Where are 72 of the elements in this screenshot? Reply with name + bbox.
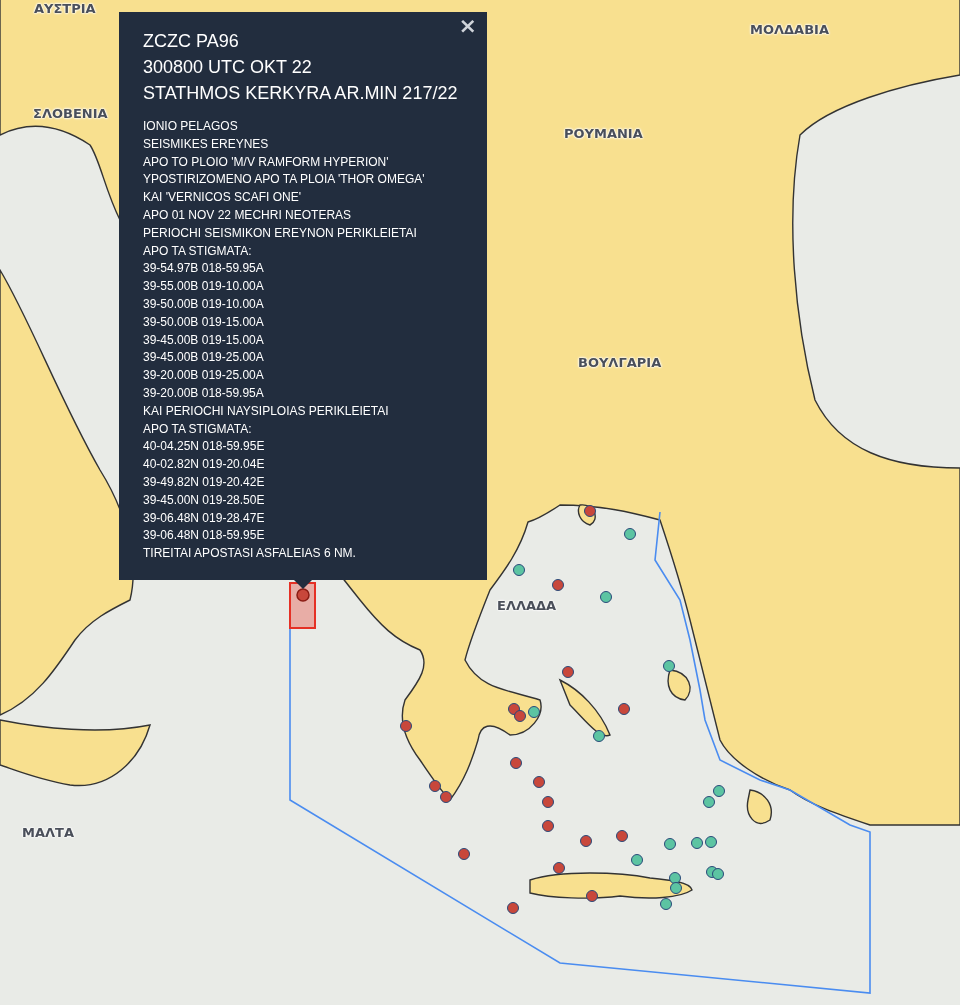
country-label: ΜΑΛΤΑ bbox=[22, 825, 74, 840]
map-marker[interactable] bbox=[429, 780, 441, 792]
map-marker[interactable] bbox=[712, 868, 724, 880]
map-marker[interactable] bbox=[528, 706, 540, 718]
popup-text: 39-45.00N 019-28.50E bbox=[143, 491, 266, 509]
close-button[interactable]: × bbox=[454, 14, 481, 38]
popup-text: 39-50.00B 019-15.00A bbox=[143, 313, 265, 331]
map-marker[interactable] bbox=[593, 730, 605, 742]
map-marker[interactable] bbox=[458, 848, 470, 860]
map-marker[interactable] bbox=[713, 785, 725, 797]
map-marker[interactable] bbox=[507, 902, 519, 914]
map-marker[interactable] bbox=[691, 837, 703, 849]
map-marker[interactable] bbox=[664, 838, 676, 850]
map-marker[interactable] bbox=[542, 820, 554, 832]
map-marker[interactable] bbox=[533, 776, 545, 788]
country-label: ΒΟΥΛΓΑΡΙΑ bbox=[578, 355, 662, 370]
map-marker[interactable] bbox=[584, 505, 596, 517]
map-marker[interactable] bbox=[562, 666, 574, 678]
map-marker[interactable] bbox=[513, 564, 525, 576]
popup-text: 39-20.00B 019-25.00A bbox=[143, 367, 265, 385]
map-marker[interactable] bbox=[508, 703, 520, 715]
country-label: ΑΥΣΤΡΙΑ bbox=[34, 1, 96, 16]
popup-text: APO TA STIGMATA: bbox=[143, 242, 253, 260]
popup-title: STATHMOS KERKYRA AR.MIN 217/22 bbox=[143, 82, 459, 105]
popup-text: APO 01 NOV 22 MECHRI NEOTERAS bbox=[143, 207, 353, 224]
country-label: ΜΟΛΔΑΒΙΑ bbox=[750, 22, 829, 37]
map-marker[interactable] bbox=[670, 882, 682, 894]
map-marker[interactable] bbox=[514, 710, 526, 722]
popup-text: 39-06.48N 018-59.95E bbox=[143, 527, 266, 545]
popup-text: 39-06.48N 019-28.47E bbox=[143, 509, 266, 527]
map-marker[interactable] bbox=[440, 791, 452, 803]
popup-text: 39-49.82N 019-20.42E bbox=[143, 473, 266, 491]
map-marker[interactable] bbox=[586, 890, 598, 902]
map-marker[interactable] bbox=[400, 720, 412, 732]
map-marker[interactable] bbox=[553, 862, 565, 874]
popup-text: SEISMIKES EREYNES bbox=[143, 135, 270, 153]
popup-text: YPOSTIRIZOMENO APO TA PLOIA 'THOR OMEGA' bbox=[143, 171, 426, 189]
popup-text: KAI PERIOCHI NAYSIPLOIAS PERIKLEIETAI bbox=[143, 402, 390, 420]
popup-text: 39-50.00B 019-10.00A bbox=[143, 295, 265, 313]
map-marker[interactable] bbox=[510, 757, 522, 769]
popup-text: PERIOCHI SEISMIKON EREYNON PERIKLEIETAI bbox=[143, 224, 418, 242]
popup-text: 39-55.00B 019-10.00A bbox=[143, 278, 265, 296]
map-marker[interactable] bbox=[580, 835, 592, 847]
map-marker[interactable] bbox=[552, 579, 564, 591]
country-label: ΕΛΛΑΔΑ bbox=[497, 598, 557, 613]
map-marker[interactable] bbox=[631, 854, 643, 866]
country-label: ΣΛΟΒΕΝΙΑ bbox=[33, 106, 108, 121]
map-marker[interactable] bbox=[669, 872, 681, 884]
popup-title: 300800 UTC OKT 22 bbox=[143, 56, 313, 79]
popup-text: 39-20.00B 018-59.95A bbox=[143, 384, 265, 402]
popup-text: KAI 'VERNICOS SCAFI ONE' bbox=[143, 189, 302, 207]
map-marker[interactable] bbox=[624, 528, 636, 540]
popup-text: IONIO PELAGOS bbox=[143, 118, 239, 135]
popup-text: TIREITAI APOSTASI ASFALEIAS 6 NM. bbox=[143, 545, 357, 563]
popup-text: APO TO PLOIO 'M/V RAMFORM HYPERION' bbox=[143, 153, 390, 171]
country-label: ΡΟΥΜΑΝΙΑ bbox=[564, 126, 643, 141]
map-marker[interactable] bbox=[296, 588, 310, 602]
map-marker[interactable] bbox=[600, 591, 612, 603]
map-marker[interactable] bbox=[660, 898, 672, 910]
map-marker[interactable] bbox=[703, 796, 715, 808]
map-marker[interactable] bbox=[618, 703, 630, 715]
popup-title: ZCZC PA96 bbox=[143, 30, 240, 53]
popup-text: 39-45.00B 019-25.00A bbox=[143, 349, 265, 367]
popup-text: APO TA STIGMATA: bbox=[143, 420, 253, 438]
map-marker[interactable] bbox=[542, 796, 554, 808]
popup-text: 39-54.97B 018-59.95A bbox=[143, 260, 265, 278]
map-marker[interactable] bbox=[616, 830, 628, 842]
map-marker[interactable] bbox=[705, 836, 717, 848]
map-marker[interactable] bbox=[663, 660, 675, 672]
popup-text: 40-02.82N 019-20.04E bbox=[143, 456, 266, 474]
popup-text: 39-45.00B 019-15.00A bbox=[143, 331, 265, 349]
popup-text: 40-04.25N 018-59.95E bbox=[143, 438, 266, 456]
